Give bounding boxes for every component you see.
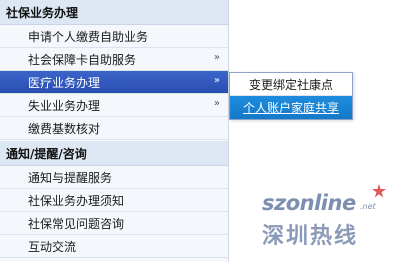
submenu-item-label: 变更绑定社康点 (248, 77, 333, 92)
menu-item-label: 社保常见问题咨询 (28, 216, 125, 231)
watermark-tld: .net (360, 202, 376, 211)
menu-item-notification-service[interactable]: 通知与提醒服务 (0, 166, 228, 189)
section-title: 社保业务办理 (6, 5, 79, 20)
submenu-item-label: 个人账户家庭共享 (242, 101, 339, 115)
watermark-chinese: 深圳热线 (262, 223, 359, 249)
menu-item-label: 互动交流 (28, 239, 77, 254)
submenu-item-change-community-health[interactable]: 变更绑定社康点 (230, 73, 352, 96)
menu-item-unemployment-business[interactable]: 失业业务办理 » (0, 94, 228, 117)
section-header-social-security: 社保业务办理 (0, 0, 228, 25)
star-icon (372, 184, 386, 198)
menu-item-label: 社保业务办理须知 (28, 193, 125, 208)
chevron-right-icon: » (213, 98, 220, 109)
section-title: 通知/提醒/咨询 (6, 146, 87, 161)
menu-item-medical-business[interactable]: 医疗业务办理 » (0, 71, 228, 94)
szonline-watermark-logo: szonline .net 深圳热线 (262, 184, 394, 254)
side-menu: 社保业务办理 申请个人缴费自助业务 社会保障卡自助服务 » 医疗业务办理 » 失… (0, 0, 229, 262)
medical-submenu: 变更绑定社康点 个人账户家庭共享 (229, 72, 353, 120)
menu-item-label: 申请个人缴费自助业务 (28, 29, 149, 44)
menu-item-label: 失业业务办理 (28, 98, 101, 113)
menu-item-apply-personal-payment[interactable]: 申请个人缴费自助业务 (0, 25, 228, 48)
menu-item-business-guide[interactable]: 社保业务办理须知 (0, 189, 228, 212)
chevron-right-icon: » (213, 75, 220, 86)
menu-item-faq[interactable]: 社保常见问题咨询 (0, 212, 228, 235)
menu-item-interaction[interactable]: 互动交流 (0, 235, 228, 258)
section-header-notify-remind-consult: 通知/提醒/咨询 (0, 141, 228, 166)
menu-item-label: 医疗业务办理 (28, 75, 101, 90)
chevron-right-icon: » (213, 52, 220, 63)
menu-item-label: 缴费基数核对 (28, 121, 101, 136)
menu-item-label: 通知与提醒服务 (28, 170, 113, 185)
menu-item-contribution-base-check[interactable]: 缴费基数核对 (0, 117, 228, 140)
menu-item-label: 社会保障卡自助服务 (28, 52, 137, 67)
menu-item-social-security-card[interactable]: 社会保障卡自助服务 » (0, 48, 228, 71)
watermark-brand: szonline (262, 191, 356, 215)
submenu-item-account-family-share[interactable]: 个人账户家庭共享 (230, 96, 352, 119)
